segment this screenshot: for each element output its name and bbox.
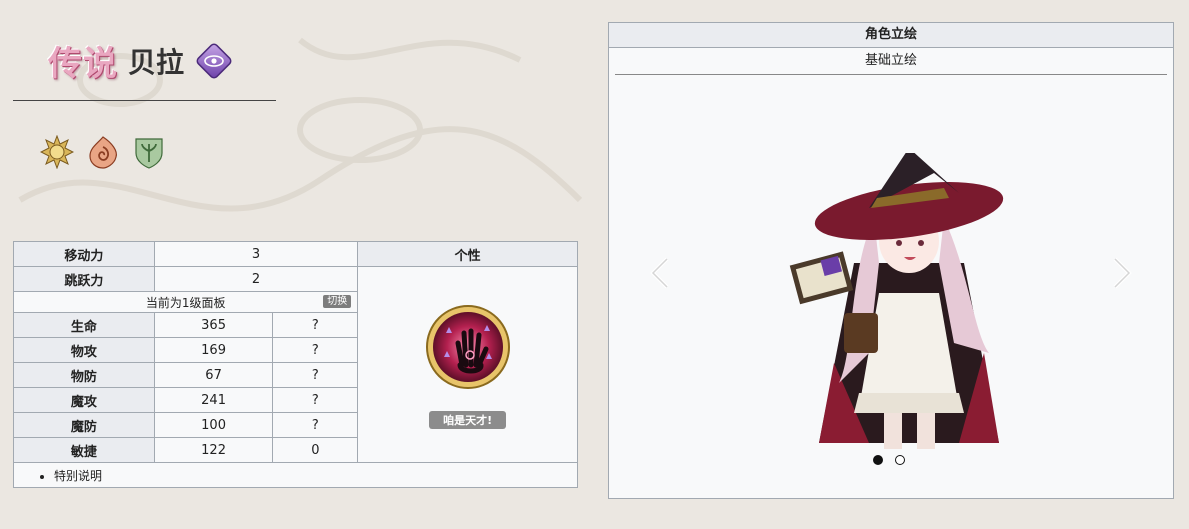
stat-value: 3 [153, 241, 359, 267]
purple-eye-diamond-icon [196, 43, 232, 78]
character-art-panel: 角色立绘 基础立绘 [608, 22, 1174, 499]
stats-table: 移动力 3 个性 跳跃力 2 咱是天才! 当前为1级面板 切换 生命 365 ?… [12, 241, 578, 488]
stat-label: 物攻 [13, 337, 155, 363]
title-row: 传说 贝拉 [48, 36, 234, 85]
character-portrait [789, 153, 1004, 449]
affinity-icons [40, 135, 166, 169]
switch-button[interactable]: 切换 [323, 295, 352, 308]
carousel-dots [873, 455, 905, 465]
stat-value: 122 [153, 437, 274, 463]
tab-base-art[interactable]: 基础立绘 [615, 48, 1167, 75]
sun-emblem-icon [40, 135, 74, 169]
stat-value: 100 [153, 412, 274, 438]
stat-label: 魔攻 [13, 387, 155, 413]
carousel-dot-2[interactable] [895, 455, 905, 465]
glowing-hand-icon [425, 305, 510, 389]
stat-value: 2 [153, 266, 359, 292]
special-note-link[interactable]: 特别说明 [54, 467, 577, 484]
leaf-crest-icon [135, 138, 163, 169]
chevron-left-icon[interactable] [647, 255, 673, 291]
stat-extra: ? [272, 387, 359, 413]
trait-cell: 咱是天才! [357, 266, 578, 463]
stat-extra: ? [272, 412, 359, 438]
chevron-right-icon[interactable] [1109, 255, 1135, 291]
stat-extra: ? [272, 362, 359, 388]
stat-label: 魔防 [13, 412, 155, 438]
stat-label: 生命 [13, 312, 155, 338]
stat-extra: ? [272, 337, 359, 363]
carousel-dot-1[interactable] [873, 455, 883, 465]
panel-level-text: 当前为1级面板 [145, 295, 226, 310]
table-row: 跳跃力 2 咱是天才! [13, 266, 578, 463]
stat-value: 67 [153, 362, 274, 388]
character-name: 贝拉 [128, 45, 185, 79]
flame-swirl-icon [89, 136, 117, 169]
panel-level-cell: 当前为1级面板 切换 [12, 291, 359, 313]
note-cell: 特别说明 [13, 462, 578, 488]
trait-name: 咱是天才! [429, 411, 507, 429]
stat-extra: 0 [272, 437, 359, 463]
trait-header: 个性 [357, 241, 578, 267]
art-panel-header: 角色立绘 [609, 23, 1173, 48]
stat-label: 移动力 [13, 241, 155, 267]
stat-label: 敏捷 [13, 437, 155, 463]
stat-value: 241 [153, 387, 274, 413]
table-row: 移动力 3 个性 [13, 241, 578, 267]
stat-extra: ? [272, 312, 359, 338]
title-divider [13, 100, 276, 101]
rarity-label: 传说 [48, 44, 118, 84]
stat-value: 169 [153, 337, 274, 363]
stat-value: 365 [153, 312, 274, 338]
stat-label: 跳跃力 [13, 266, 155, 292]
table-row: 特别说明 [13, 462, 578, 488]
stat-label: 物防 [13, 362, 155, 388]
